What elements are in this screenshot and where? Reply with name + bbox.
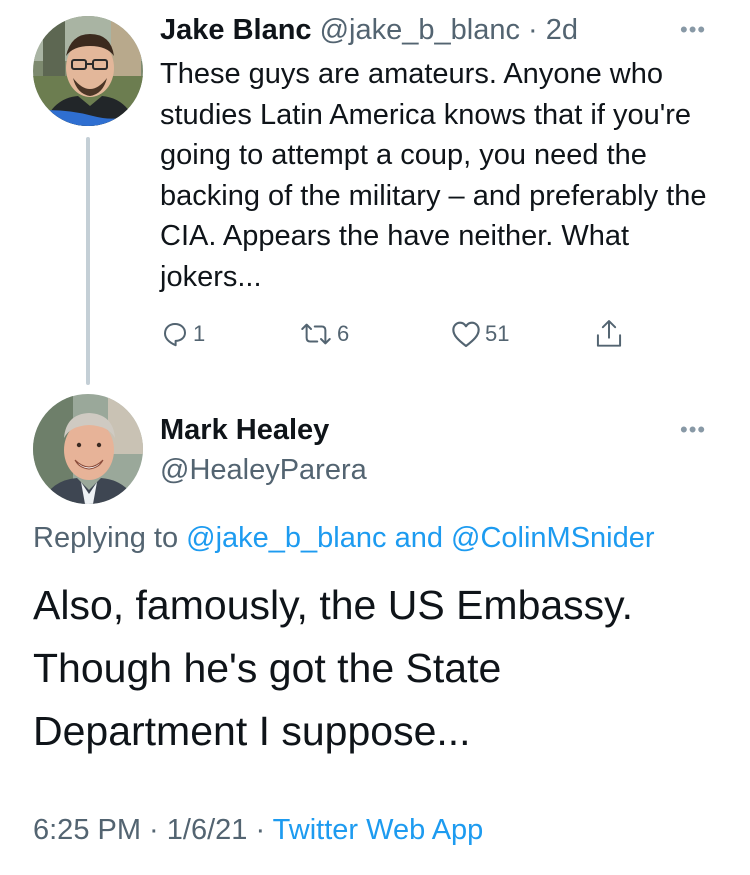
replying-and: and bbox=[386, 522, 452, 554]
reply-tweet-text: Also, famously, the US Embassy. Though h… bbox=[33, 582, 634, 754]
tweet-thread: Jake Blanc @jake_b_blanc · 2d ••• These … bbox=[0, 0, 750, 875]
heart-icon bbox=[450, 319, 482, 349]
share-icon bbox=[594, 318, 624, 350]
more-options-icon[interactable]: ••• bbox=[680, 19, 706, 41]
replying-prefix: Replying to bbox=[33, 522, 187, 554]
author-name[interactable]: Jake Blanc bbox=[160, 14, 312, 46]
tweet-metadata: 6:25 PM · 1/6/21 · Twitter Web App bbox=[33, 812, 483, 848]
tweet-timestamp[interactable]: 6:25 PM bbox=[33, 814, 141, 846]
header-separator: · bbox=[519, 14, 546, 46]
mention-colinmsnider[interactable]: @ColinMSnider bbox=[451, 522, 655, 554]
mention-jake-b-blanc[interactable]: @jake_b_blanc bbox=[186, 522, 386, 554]
reply-author-handle[interactable]: @HealeyParera bbox=[160, 452, 367, 488]
avatar-jake-blanc[interactable] bbox=[33, 16, 143, 126]
retweet-button[interactable]: 6 bbox=[298, 314, 349, 354]
author-handle[interactable]: @jake_b_blanc bbox=[320, 14, 520, 46]
reply-button[interactable]: 1 bbox=[160, 314, 205, 354]
share-button[interactable] bbox=[594, 314, 624, 354]
meta-separator: · bbox=[247, 814, 273, 846]
parent-tweet-text: These guys are amateurs. Anyone who stud… bbox=[160, 58, 707, 293]
reply-author-name[interactable]: Mark Healey bbox=[160, 412, 329, 448]
replying-to-line: Replying to @jake_b_blanc and @ColinMSni… bbox=[33, 520, 655, 556]
retweet-icon bbox=[298, 319, 334, 349]
meta-separator: · bbox=[141, 814, 167, 846]
like-count: 51 bbox=[485, 321, 510, 346]
thread-connector-line bbox=[86, 137, 90, 385]
tweet-time[interactable]: 2d bbox=[546, 14, 578, 46]
reply-icon bbox=[160, 319, 190, 349]
reply-count: 1 bbox=[193, 321, 206, 346]
tweet-date[interactable]: 1/6/21 bbox=[167, 814, 248, 846]
reply-more-options-icon[interactable]: ••• bbox=[680, 419, 706, 441]
tweet-source-link[interactable]: Twitter Web App bbox=[273, 814, 484, 846]
avatar-mark-healey[interactable] bbox=[33, 394, 143, 504]
parent-tweet-header: Jake Blanc @jake_b_blanc · 2d bbox=[160, 12, 578, 48]
retweet-count: 6 bbox=[337, 321, 350, 346]
like-button[interactable]: 51 bbox=[450, 314, 509, 354]
